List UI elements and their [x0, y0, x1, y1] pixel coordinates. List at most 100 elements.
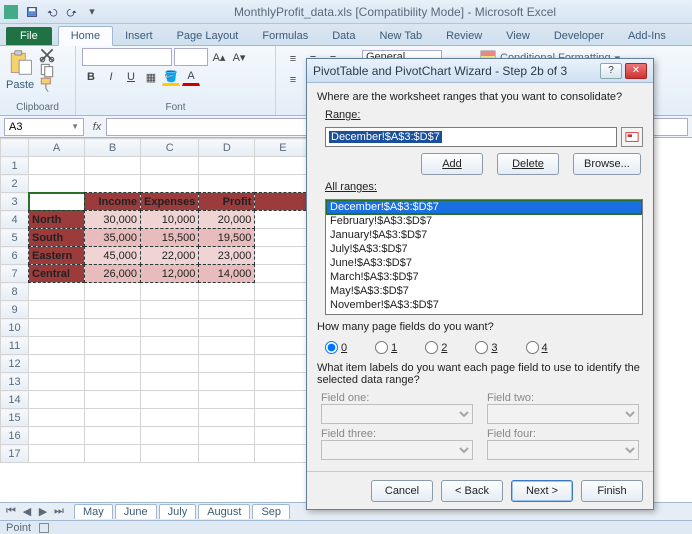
- sheet-tab[interactable]: May: [74, 504, 113, 519]
- page-fields-radio-3[interactable]: 3: [475, 341, 497, 354]
- cell[interactable]: Income: [85, 193, 141, 211]
- cell[interactable]: 30,000: [85, 211, 141, 229]
- cell[interactable]: [29, 157, 85, 175]
- cell[interactable]: [199, 157, 255, 175]
- column-header[interactable]: C: [141, 139, 199, 157]
- cell[interactable]: [29, 337, 85, 355]
- tab-view[interactable]: View: [494, 27, 542, 45]
- page-fields-radio-4[interactable]: 4: [526, 341, 548, 354]
- cell[interactable]: 20,000: [199, 211, 255, 229]
- sheet-nav-first-icon[interactable]: ⏮: [4, 505, 18, 519]
- tab-data[interactable]: Data: [320, 27, 367, 45]
- tab-formulas[interactable]: Formulas: [250, 27, 320, 45]
- cell[interactable]: [141, 445, 199, 463]
- fx-icon[interactable]: fx: [88, 121, 106, 133]
- cell[interactable]: [255, 409, 311, 427]
- cell[interactable]: [29, 427, 85, 445]
- cell[interactable]: [199, 373, 255, 391]
- cell[interactable]: Central: [29, 265, 85, 283]
- range-list-item[interactable]: June!$A$3:$D$7: [326, 256, 642, 270]
- row-header[interactable]: 17: [1, 445, 29, 463]
- column-header[interactable]: E: [255, 139, 311, 157]
- page-fields-radio-2[interactable]: 2: [425, 341, 447, 354]
- range-picker-icon[interactable]: [621, 127, 643, 147]
- row-header[interactable]: 7: [1, 265, 29, 283]
- cell[interactable]: [255, 301, 311, 319]
- cell[interactable]: [255, 211, 311, 229]
- cell[interactable]: [199, 301, 255, 319]
- range-input[interactable]: December!$A$3:$D$7: [325, 127, 617, 147]
- decrease-font-icon[interactable]: A▾: [230, 48, 248, 66]
- cell[interactable]: Eastern: [29, 247, 85, 265]
- cell[interactable]: [85, 175, 141, 193]
- cell[interactable]: 15,500: [141, 229, 199, 247]
- cell[interactable]: [141, 337, 199, 355]
- row-header[interactable]: 15: [1, 409, 29, 427]
- cell[interactable]: [85, 373, 141, 391]
- cell[interactable]: [29, 373, 85, 391]
- qat-redo-icon[interactable]: [63, 3, 81, 21]
- sheet-nav-next-icon[interactable]: ▶: [36, 505, 50, 519]
- cell[interactable]: [141, 391, 199, 409]
- row-header[interactable]: 1: [1, 157, 29, 175]
- cell[interactable]: [141, 355, 199, 373]
- cell[interactable]: [255, 319, 311, 337]
- cell[interactable]: [85, 355, 141, 373]
- font-family-select[interactable]: [82, 48, 172, 66]
- row-header[interactable]: 6: [1, 247, 29, 265]
- cell[interactable]: 23,000: [199, 247, 255, 265]
- cancel-button[interactable]: Cancel: [371, 480, 433, 502]
- cell[interactable]: [199, 283, 255, 301]
- cell[interactable]: [255, 427, 311, 445]
- cell[interactable]: [29, 175, 85, 193]
- qat-save-icon[interactable]: [23, 3, 41, 21]
- back-button[interactable]: < Back: [441, 480, 503, 502]
- row-header[interactable]: 12: [1, 355, 29, 373]
- cell[interactable]: [29, 391, 85, 409]
- column-header[interactable]: A: [29, 139, 85, 157]
- font-size-select[interactable]: [174, 48, 208, 66]
- cell[interactable]: [255, 337, 311, 355]
- sheet-nav-last-icon[interactable]: ⏭: [52, 505, 66, 519]
- cell[interactable]: [255, 283, 311, 301]
- row-header[interactable]: 16: [1, 427, 29, 445]
- cell[interactable]: [255, 229, 311, 247]
- cell[interactable]: [255, 157, 311, 175]
- cell[interactable]: [85, 391, 141, 409]
- cell[interactable]: [199, 337, 255, 355]
- cell[interactable]: Profit: [199, 193, 255, 211]
- row-header[interactable]: 4: [1, 211, 29, 229]
- tab-add-ins[interactable]: Add-Ins: [616, 27, 678, 45]
- cell[interactable]: 19,500: [199, 229, 255, 247]
- cell[interactable]: [255, 193, 311, 211]
- cell[interactable]: [199, 319, 255, 337]
- tab-page-layout[interactable]: Page Layout: [165, 27, 251, 45]
- underline-button[interactable]: U: [122, 68, 140, 86]
- cell[interactable]: [255, 175, 311, 193]
- paste-button[interactable]: Paste: [6, 48, 34, 92]
- cell[interactable]: [29, 409, 85, 427]
- qat-dropdown-icon[interactable]: ▾: [83, 3, 101, 21]
- cell[interactable]: [199, 427, 255, 445]
- cell[interactable]: [255, 247, 311, 265]
- sheet-tab[interactable]: August: [198, 504, 250, 519]
- sheet-nav-prev-icon[interactable]: ◀: [20, 505, 34, 519]
- range-list-item[interactable]: February!$A$3:$D$7: [326, 214, 642, 228]
- cell[interactable]: [141, 427, 199, 445]
- cell[interactable]: 14,000: [199, 265, 255, 283]
- cut-icon[interactable]: [38, 48, 56, 62]
- finish-button[interactable]: Finish: [581, 480, 643, 502]
- cell[interactable]: [141, 175, 199, 193]
- qat-undo-icon[interactable]: [43, 3, 61, 21]
- cell[interactable]: [85, 445, 141, 463]
- cell[interactable]: [85, 157, 141, 175]
- sheet-tab[interactable]: Sep: [252, 504, 290, 519]
- cell[interactable]: [85, 301, 141, 319]
- cell[interactable]: [255, 373, 311, 391]
- cell[interactable]: [85, 319, 141, 337]
- row-header[interactable]: 10: [1, 319, 29, 337]
- cell[interactable]: [141, 319, 199, 337]
- tab-insert[interactable]: Insert: [113, 27, 165, 45]
- cell[interactable]: [255, 265, 311, 283]
- range-list-item[interactable]: July!$A$3:$D$7: [326, 242, 642, 256]
